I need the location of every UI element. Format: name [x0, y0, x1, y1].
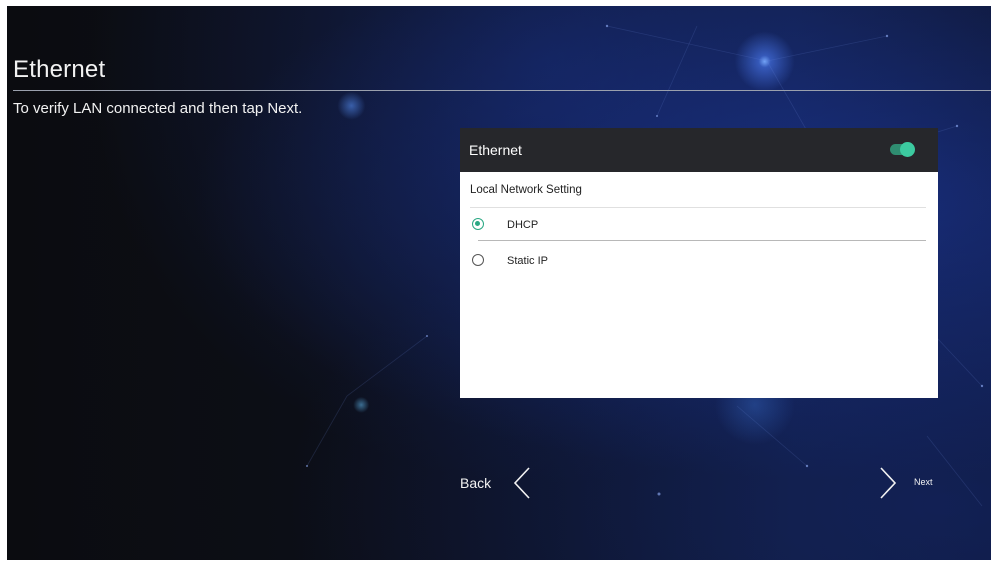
radio-static-ip[interactable]: [472, 254, 484, 266]
toggle-knob: [900, 142, 915, 157]
next-button[interactable]: Next: [869, 464, 949, 502]
section-label: Local Network Setting: [470, 184, 582, 196]
panel-header: Ethernet: [460, 128, 938, 172]
next-label: Next: [914, 477, 933, 487]
option-static-ip[interactable]: Static IP: [472, 247, 926, 277]
screen: Ethernet To verify LAN connected and the…: [7, 6, 991, 560]
radio-dhcp[interactable]: [472, 218, 484, 230]
option-label-static-ip: Static IP: [507, 255, 548, 267]
option-dhcp[interactable]: DHCP: [472, 211, 926, 241]
instruction-text: To verify LAN connected and then tap Nex…: [13, 100, 303, 117]
ethernet-toggle[interactable]: [890, 142, 915, 157]
option-label-dhcp: DHCP: [507, 219, 539, 231]
back-label: Back: [460, 475, 492, 491]
ethernet-settings-panel: Ethernet Local Network Setting DHCP Stat…: [460, 128, 938, 398]
title-divider: [13, 90, 991, 91]
panel-title: Ethernet: [469, 142, 522, 158]
back-button[interactable]: Back: [454, 464, 544, 502]
option-divider: [478, 240, 926, 241]
section-divider: [470, 207, 926, 208]
page-title: Ethernet: [13, 56, 106, 83]
chevron-left-icon: [513, 467, 530, 499]
chevron-right-icon: [880, 467, 897, 499]
